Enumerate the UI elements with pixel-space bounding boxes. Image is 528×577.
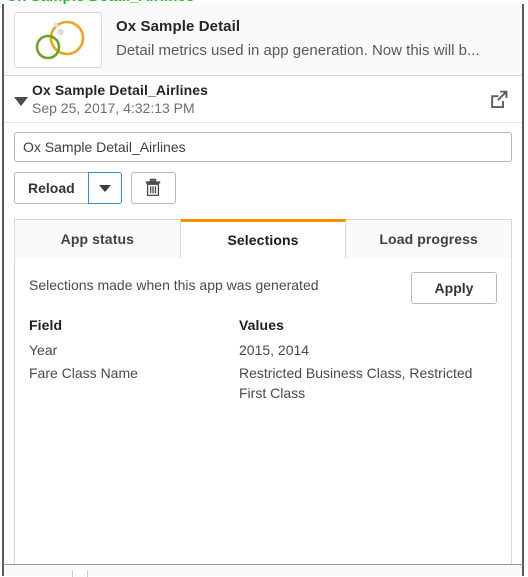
apply-button[interactable]: Apply — [411, 272, 497, 304]
table-header-row: Field Values — [29, 317, 497, 340]
open-in-new-window-icon[interactable] — [486, 86, 512, 112]
reload-split-button: Reload — [14, 172, 122, 204]
app-name-input[interactable] — [14, 132, 512, 162]
task-timestamp: Sep 25, 2017, 4:32:13 PM — [32, 99, 195, 116]
task-expander-row[interactable]: Ox Sample Detail_Airlines Sep 25, 2017, … — [4, 76, 522, 123]
name-field-row — [4, 123, 522, 162]
selections-caption: Selections made when this app was genera… — [29, 277, 319, 293]
delete-button[interactable] — [130, 172, 176, 204]
selections-panel-header: Selections made when this app was genera… — [29, 272, 497, 304]
clipped-heading-strip: Ox Sample Detail_Airlines — [0, 0, 528, 4]
app-header: Ox Sample Detail Detail metrics used in … — [4, 4, 522, 76]
tab-app-status[interactable]: App status — [14, 219, 181, 258]
table-row: Year 2015, 2014 — [29, 340, 497, 363]
cell-values: 2015, 2014 — [239, 342, 310, 358]
chevron-down-icon[interactable] — [10, 88, 32, 110]
cell-field: Fare Class Name — [29, 365, 138, 381]
action-button-row: Reload — [4, 162, 522, 204]
trash-icon — [145, 178, 161, 197]
column-header-values: Values — [239, 317, 284, 333]
app-header-text: Ox Sample Detail Detail metrics used in … — [116, 17, 512, 63]
tab-selections[interactable]: Selections — [180, 219, 347, 258]
column-header-field: Field — [29, 317, 63, 333]
detail-tabs: App status Selections Load progress — [14, 218, 513, 258]
task-info: Ox Sample Detail_Airlines Sep 25, 2017, … — [32, 82, 486, 117]
cell-values: Restricted Business Class, Restricted Fi… — [239, 365, 473, 401]
reload-dropdown-button[interactable] — [87, 172, 122, 204]
clipped-heading-text: Ox Sample Detail_Airlines — [6, 0, 194, 4]
cell-field: Year — [29, 342, 58, 358]
app-description: Detail metrics used in app generation. N… — [116, 41, 480, 59]
reload-button[interactable]: Reload — [14, 172, 88, 204]
bottom-status-strip — [2, 564, 524, 577]
two-circles-logo-icon — [35, 20, 85, 59]
selections-table: Field Values Year 2015, 2014 Fare Class … — [29, 317, 497, 406]
selections-panel: Selections made when this app was genera… — [14, 258, 512, 564]
tab-load-progress[interactable]: Load progress — [346, 219, 513, 258]
task-name: Ox Sample Detail_Airlines — [32, 81, 209, 98]
open-in-new-window-glyph — [491, 90, 508, 108]
app-detail-window: Ox Sample Detail Detail metrics used in … — [2, 4, 524, 564]
app-thumbnail — [14, 11, 102, 68]
table-row: Fare Class Name Restricted Business Clas… — [29, 363, 497, 406]
page-title: Ox Sample Detail — [116, 17, 241, 35]
